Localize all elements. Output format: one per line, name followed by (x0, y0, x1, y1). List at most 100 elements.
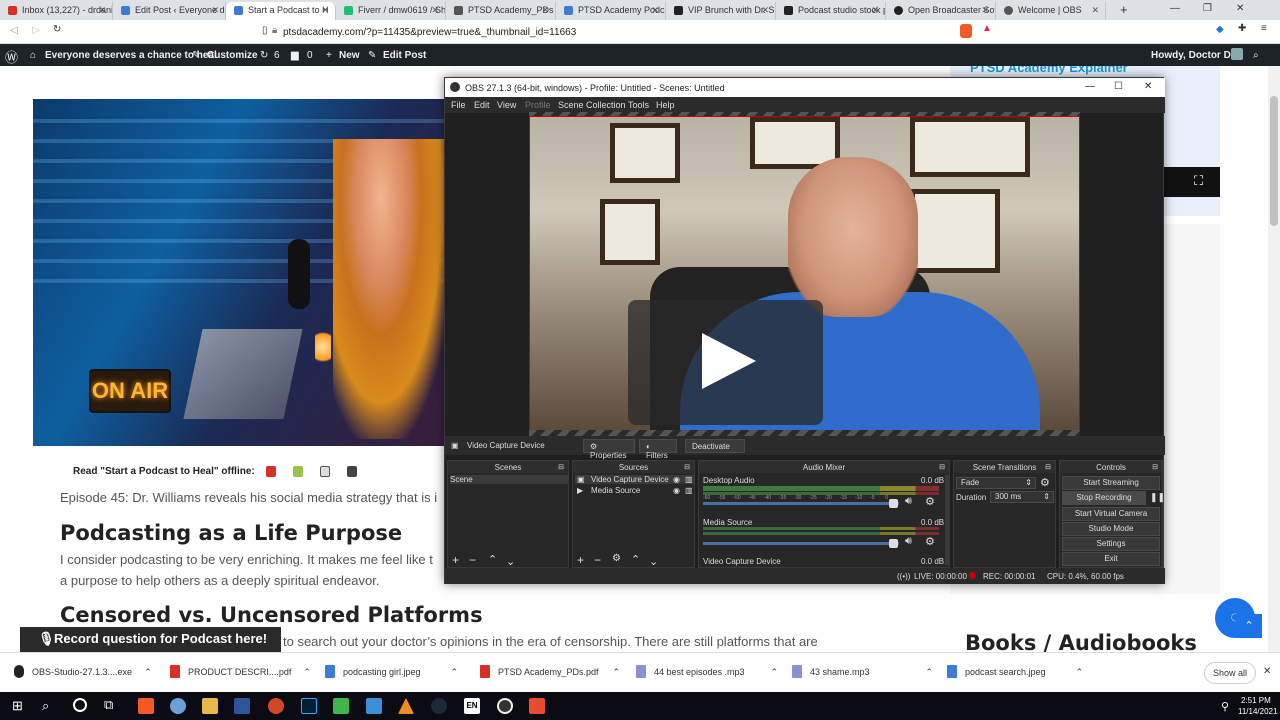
app-icon[interactable] (170, 698, 186, 714)
tab-fiverr[interactable]: Fiverr / dmw0619 / Sho ✕ (336, 2, 446, 20)
download-item[interactable]: podcasting girl.jpeg ⌃ (325, 665, 459, 678)
gear-icon[interactable]: ⚙ (925, 535, 935, 548)
eye-icon[interactable]: ◉ (673, 486, 680, 495)
exit-button[interactable]: Exit (1062, 552, 1160, 566)
close-icon[interactable]: ✕ (871, 5, 879, 16)
show-all-button[interactable]: Show all (1204, 662, 1256, 684)
eye-icon[interactable]: ◉ (673, 475, 680, 484)
window-close-button[interactable]: ✕ (1236, 3, 1244, 14)
stepper-arrows-icon[interactable]: ⇕ (1043, 492, 1050, 502)
dock-float-icon[interactable]: ⊟ (558, 463, 564, 471)
tab-inbox[interactable]: Inbox (13,227) - drdanie ✕ (0, 2, 113, 20)
windows-start-icon[interactable]: ⊞ (12, 698, 23, 714)
chevron-up-icon[interactable]: ⌃ (451, 667, 459, 677)
cortana-icon[interactable] (73, 698, 87, 712)
vlc-icon[interactable] (398, 698, 414, 714)
tab-edit-post[interactable]: Edit Post ‹ Everyone des ✕ (113, 2, 226, 20)
forward-icon[interactable]: ▷ (32, 25, 40, 36)
print-icon[interactable] (347, 466, 357, 477)
scene-item[interactable]: Scene (450, 475, 568, 484)
menu-edit[interactable]: Edit (474, 100, 490, 110)
menu-view[interactable]: View (497, 100, 516, 110)
tab-podcast-studio[interactable]: Podcast studio stock ph ✕ (776, 2, 886, 20)
scroll-to-top-button[interactable]: ⌃ (1236, 614, 1262, 638)
download-item[interactable]: 44 best episodes .mp3 ⌃ (636, 665, 779, 678)
app-icon[interactable] (529, 698, 545, 714)
close-icon[interactable]: ✕ (541, 5, 549, 16)
brave-rewards-icon[interactable]: ▲ (982, 23, 992, 34)
chevron-up-icon[interactable]: ⌃ (303, 667, 311, 677)
epub-icon[interactable] (293, 466, 303, 477)
extension-icon[interactable]: ◆ (1216, 24, 1224, 35)
obs-maximize-button[interactable]: ☐ (1114, 81, 1123, 92)
extensions-puzzle-icon[interactable]: ✚ (1238, 23, 1246, 34)
remove-icon[interactable]: − (594, 553, 601, 567)
task-view-icon[interactable]: ⧉ (104, 697, 113, 713)
clock-date[interactable]: 11/14/2021 (1238, 707, 1277, 716)
tab-welcome-obs[interactable]: Welcome | OBS ✕ (996, 2, 1106, 20)
back-icon[interactable]: ◁ (10, 25, 18, 36)
gear-icon[interactable]: ⚙ (612, 553, 621, 564)
language-icon[interactable]: EN (464, 698, 480, 714)
menu-file[interactable]: File (451, 100, 466, 110)
down-icon[interactable]: ⌄ (506, 555, 515, 568)
record-question-button[interactable]: 🎙︎ Record question for Podcast here! (20, 627, 281, 652)
filters-button[interactable]: ◐ Filters (639, 439, 677, 460)
tab-ptsd-pds[interactable]: PTSD Academy_PDs ✕ (446, 2, 556, 20)
close-icon[interactable]: ✕ (211, 5, 219, 16)
edit-post-link[interactable]: Edit Post (383, 50, 426, 61)
fullscreen-icon[interactable]: ⛶ (1194, 173, 1203, 189)
mixer-scrollbar[interactable] (945, 475, 949, 565)
close-icon[interactable]: ✕ (761, 5, 769, 16)
deactivate-button[interactable]: Deactivate (685, 439, 745, 453)
brave-icon[interactable] (138, 698, 154, 714)
volume-slider-knob[interactable] (889, 499, 898, 508)
obs-preview[interactable] (529, 116, 1080, 432)
chevron-up-icon[interactable]: ⌃ (926, 667, 934, 677)
minimize-button[interactable]: — (1170, 3, 1180, 14)
lock-icon[interactable]: ▥ (685, 486, 693, 495)
reload-icon[interactable]: ↻ (53, 24, 61, 35)
up-icon[interactable]: ⌃ (488, 553, 497, 566)
source-item-media[interactable]: ▶ Media Source ◉ ▥ (575, 486, 694, 495)
photoshop-icon[interactable] (301, 698, 317, 714)
tab-vip-brunch[interactable]: VIP Brunch with Dr. She ✕ (666, 2, 776, 20)
chevron-up-icon[interactable]: ⌃ (613, 667, 621, 677)
start-streaming-button[interactable]: Start Streaming (1062, 476, 1160, 490)
dock-float-icon[interactable]: ⊟ (684, 463, 690, 471)
gear-icon[interactable]: ⚙ (925, 495, 935, 508)
duration-stepper[interactable]: 300 ms ⇕ (990, 491, 1054, 503)
menu-scene-collection[interactable]: Scene Collection (558, 100, 626, 110)
close-icon[interactable]: ✕ (98, 5, 106, 16)
new-link[interactable]: New (339, 50, 360, 61)
download-item[interactable]: podcast search.jpeg ⌃ (947, 665, 1083, 678)
steam-icon[interactable] (431, 698, 447, 714)
document-icon[interactable] (320, 466, 330, 477)
dock-float-icon[interactable]: ⊟ (1152, 463, 1158, 471)
volume-slider[interactable] (703, 542, 899, 545)
scrollbar-thumb[interactable] (1270, 96, 1278, 226)
obs-minimize-button[interactable]: — (1085, 81, 1095, 92)
menu-help[interactable]: Help (656, 100, 675, 110)
download-item[interactable]: PRODUCT DESCRI....pdf ⌃ (170, 665, 311, 678)
chevron-up-icon[interactable]: ⌃ (771, 667, 779, 677)
wordpress-icon[interactable]: Ⓦ (5, 47, 18, 66)
close-icon[interactable]: ✕ (651, 5, 659, 16)
search-icon[interactable]: ⌕ (42, 698, 49, 714)
maximize-button[interactable]: ❐ (1203, 3, 1212, 14)
url-field[interactable]: ptsdacademy.com/?p=11435&preview=true&_t… (283, 27, 576, 38)
properties-button[interactable]: ⚙ Properties (583, 439, 635, 460)
site-name-link[interactable]: Everyone deserves a chance to heal (45, 50, 217, 61)
up-icon[interactable]: ⌃ (631, 553, 640, 566)
add-icon[interactable]: + (452, 553, 459, 567)
comments-count[interactable]: 0 (307, 50, 313, 61)
howdy-user[interactable]: Howdy, Doctor Dan (1151, 50, 1242, 61)
pdf-icon[interactable] (266, 466, 276, 477)
download-item[interactable]: 43 shame.mp3 ⌃ (792, 665, 934, 678)
add-icon[interactable]: + (577, 553, 584, 567)
close-icon[interactable]: ✕ (1091, 5, 1099, 16)
powerpoint-icon[interactable] (268, 698, 284, 714)
speaker-icon[interactable]: 🔊︎ (905, 495, 912, 508)
settings-button[interactable]: Settings (1062, 537, 1160, 551)
menu-tools[interactable]: Tools (628, 100, 649, 110)
